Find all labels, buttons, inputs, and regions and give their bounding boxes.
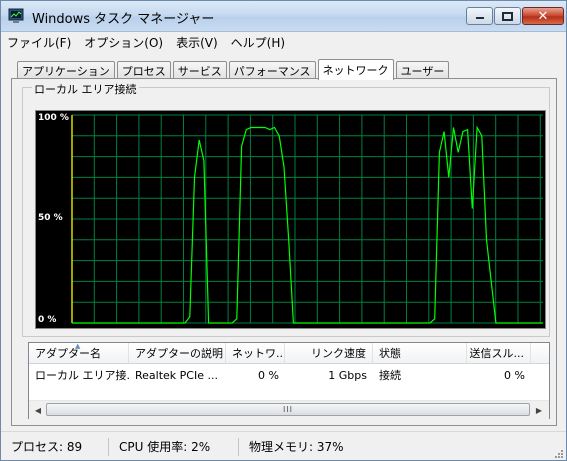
y-label-50: 50 % [38, 213, 63, 223]
column-network-utilization[interactable]: ネットワ... [226, 343, 285, 363]
column-bytes-sent-throughput[interactable]: 送信スル... [467, 343, 531, 363]
menu-help[interactable]: ヘルプ(H) [231, 34, 285, 51]
column-link-speed[interactable]: リンク速度 [285, 343, 373, 363]
maximize-button[interactable] [494, 7, 521, 25]
status-bar: プロセス: 89 CPU 使用率: 2% 物理メモリ: 37% [1, 431, 566, 461]
y-label-100: 100 % [38, 113, 69, 123]
tab-strip: アプリケーション プロセス サービス パフォーマンス ネットワーク ユーザー [17, 58, 451, 80]
graph-group-label: ローカル エリア接続 [32, 81, 139, 97]
status-physical-memory: 物理メモリ: 37% [249, 440, 344, 454]
window-title: Windows タスク マネージャー [32, 12, 215, 27]
task-manager-icon [8, 8, 24, 23]
cell-network-utilization: 0 % [258, 368, 279, 382]
column-adapter-name-label: アダプター名 [35, 347, 101, 360]
minimize-icon [475, 17, 484, 19]
scrollbar-grip: III [282, 405, 294, 414]
table-row[interactable]: ローカル エリア接... Realtek PCIe ... 0 % 1 Gbps… [29, 365, 549, 385]
menu-bar: ファイル(F) オプション(O) 表示(V) ヘルプ(H) [1, 32, 566, 52]
tab-users[interactable]: ユーザー [395, 61, 450, 79]
list-header: ▲ アダプター名 アダプターの説明 ネットワ... リンク速度 状態 送信スル.… [29, 343, 549, 364]
menu-view[interactable]: 表示(V) [176, 34, 218, 51]
column-adapter-name[interactable]: ▲ アダプター名 [29, 343, 129, 363]
network-utilization-graph: 100 % 50 % 0 % [35, 110, 546, 329]
cell-adapter-description: Realtek PCIe ... [135, 368, 218, 382]
minimize-button[interactable] [466, 7, 493, 25]
maximize-icon [502, 11, 513, 21]
cell-state: 接続 [379, 369, 401, 382]
sort-ascending-icon: ▲ [75, 343, 81, 350]
close-icon: ✕ [537, 8, 549, 24]
scroll-left-arrow-icon[interactable]: ◀ [31, 403, 45, 417]
adapter-graph-group: ローカル エリア接続 100 % 50 % 0 % [22, 81, 550, 337]
graph-canvas [71, 114, 543, 324]
status-processes: プロセス: 89 [1, 437, 109, 456]
title-bar[interactable]: Windows タスク マネージャー ✕ [1, 1, 566, 32]
adapter-list[interactable]: ▲ アダプター名 アダプターの説明 ネットワ... リンク速度 状態 送信スル.… [28, 342, 550, 419]
scroll-right-arrow-icon[interactable]: ▶ [532, 403, 546, 417]
column-state-label: 状態 [379, 347, 401, 360]
close-button[interactable]: ✕ [522, 7, 564, 25]
resize-grip-icon[interactable] [554, 449, 564, 459]
tab-services[interactable]: サービス [172, 61, 227, 79]
column-link-speed-label: リンク速度 [311, 347, 366, 360]
cell-bytes-sent: 0 % [504, 368, 525, 382]
network-tab-panel: ローカル エリア接続 100 % 50 % 0 % ▲ アダプター名 アダプター… [11, 78, 557, 426]
task-manager-window: Windows タスク マネージャー ✕ ファイル(F) オプション(O) 表示… [0, 0, 567, 461]
column-state[interactable]: 状態 [373, 343, 467, 363]
tab-processes[interactable]: プロセス [116, 61, 171, 79]
scrollbar-thumb[interactable]: III [46, 403, 530, 416]
tab-performance[interactable]: パフォーマンス [228, 61, 316, 79]
menu-options[interactable]: オプション(O) [84, 34, 163, 51]
cell-link-speed: 1 Gbps [328, 368, 367, 382]
column-bytes-sent-label: 送信スル... [469, 347, 525, 360]
horizontal-scrollbar[interactable]: ◀ III ▶ [29, 400, 549, 419]
column-network-utilization-label: ネットワ... [232, 347, 285, 360]
status-cpu-usage: CPU 使用率: 2% [109, 437, 239, 456]
cell-adapter-name: ローカル エリア接... [35, 369, 129, 382]
column-adapter-description[interactable]: アダプターの説明 [129, 343, 226, 363]
y-label-0: 0 % [38, 315, 57, 325]
tab-applications[interactable]: アプリケーション [17, 61, 115, 79]
tab-network[interactable]: ネットワーク [317, 59, 394, 80]
column-adapter-description-label: アダプターの説明 [135, 347, 223, 360]
menu-file[interactable]: ファイル(F) [7, 34, 71, 51]
